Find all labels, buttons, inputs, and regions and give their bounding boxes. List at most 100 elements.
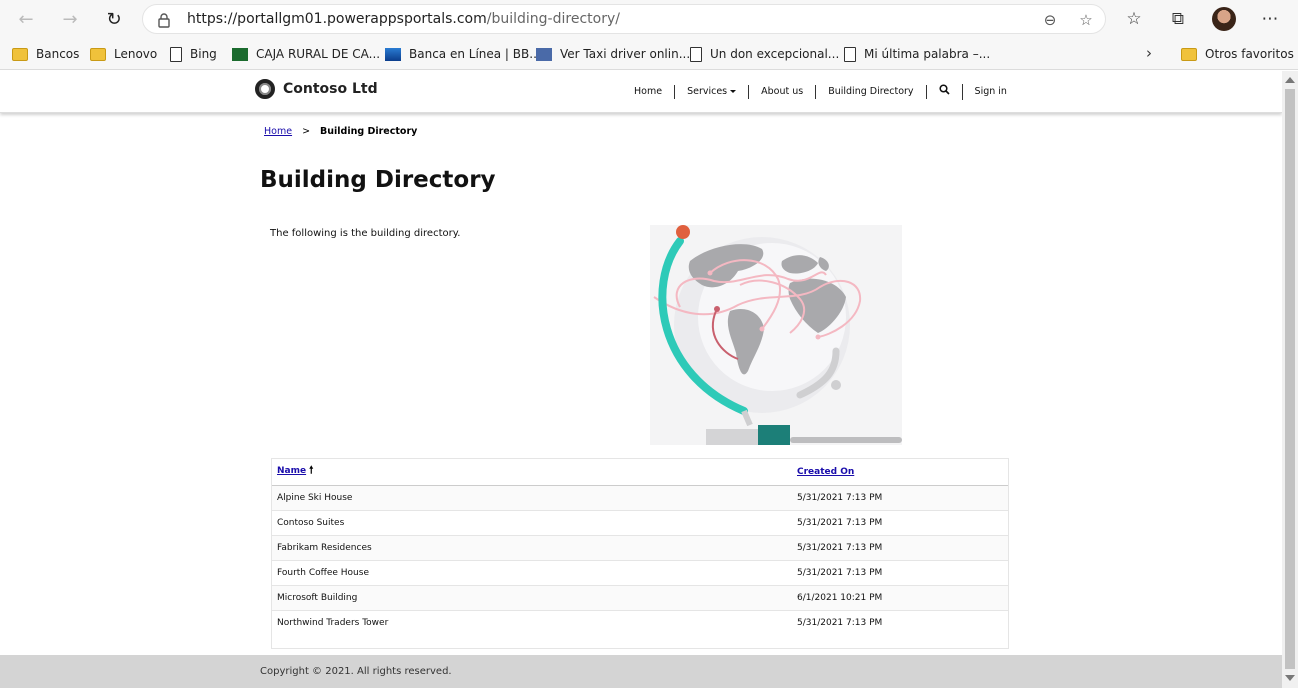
cell-created-on: 6/1/2021 10:21 PM <box>792 585 1008 611</box>
taxi-icon <box>536 47 552 61</box>
site-footer: Copyright © 2021. All rights reserved. <box>0 655 1282 688</box>
add-favorite-icon[interactable]: ☆ <box>1075 10 1097 30</box>
cell-name: Fourth Coffee House <box>272 560 792 586</box>
bookmark-label: Lenovo <box>114 47 158 61</box>
breadcrumb: Home > Building Directory <box>264 126 417 137</box>
favorites-icon[interactable]: ☆ <box>1122 8 1146 30</box>
table-row[interactable]: Fourth Coffee House 5/31/2021 7:13 PM <box>272 560 1008 586</box>
sort-by-name-link[interactable]: Name <box>277 466 306 476</box>
bookmark-label: Banca en Línea | BB... <box>409 47 541 61</box>
cell-name: Alpine Ski House <box>272 485 792 511</box>
nav-services-label: Services <box>687 86 728 97</box>
table-row[interactable]: Microsoft Building 6/1/2021 10:21 PM <box>272 585 1008 611</box>
browser-toolbar: ← → ↻ https://portallgm01.powerappsporta… <box>0 0 1298 38</box>
bookmark-taxi[interactable]: Ver Taxi driver onlin... <box>536 44 690 64</box>
table-row[interactable]: Alpine Ski House 5/31/2021 7:13 PM <box>272 485 1008 511</box>
table-row[interactable]: Contoso Suites 5/31/2021 7:13 PM <box>272 510 1008 536</box>
folder-icon <box>12 47 28 61</box>
bookmark-label: Mi última palabra –... <box>864 47 991 61</box>
page-icon <box>844 46 856 62</box>
site-nav: Home Services About us Building Director… <box>622 84 1019 100</box>
folder-icon <box>90 47 106 61</box>
breadcrumb-current: Building Directory <box>320 126 418 137</box>
nav-sign-in[interactable]: Sign in <box>963 85 1019 99</box>
bookmark-un-don[interactable]: Un don excepcional... <box>690 44 839 64</box>
breadcrumb-separator: > <box>302 126 311 137</box>
folder-icon <box>1181 47 1197 61</box>
brand-name: Contoso Ltd <box>283 81 378 97</box>
table-header-row: Name 🠕 Created On <box>272 459 1008 486</box>
bookmark-bing[interactable]: Bing <box>170 44 217 64</box>
bookmark-other-favorites[interactable]: Otros favoritos <box>1181 44 1294 64</box>
nav-building-directory[interactable]: Building Directory <box>816 85 927 99</box>
bookmark-banca[interactable]: Banca en Línea | BB... <box>385 44 541 64</box>
cell-created-on: 5/31/2021 7:13 PM <box>797 617 883 628</box>
column-header-name: Name 🠕 <box>272 459 792 486</box>
bookmark-mi-ultima[interactable]: Mi última palabra –... <box>844 44 990 64</box>
cell-name: Northwind Traders Tower <box>277 617 389 628</box>
bookmark-label: Bing <box>190 47 217 61</box>
back-arrow-icon[interactable]: ← <box>12 6 40 32</box>
caja-rural-icon <box>232 47 248 61</box>
cell-created-on: 5/31/2021 7:13 PM <box>792 535 1008 561</box>
intro-text: The following is the building directory. <box>270 228 461 239</box>
sort-by-created-on-link[interactable]: Created On <box>797 467 854 477</box>
column-header-created-on: Created On <box>792 459 1008 486</box>
bookmark-bancos[interactable]: Bancos <box>12 44 79 64</box>
cell-name: Contoso Suites <box>272 510 792 536</box>
sort-ascending-icon: 🠕 <box>309 465 314 477</box>
vertical-scrollbar[interactable] <box>1282 71 1298 688</box>
brand-logo[interactable]: Contoso Ltd <box>255 79 378 99</box>
url-path: /building-directory/ <box>486 11 620 27</box>
cell-created-on: 5/31/2021 7:13 PM <box>792 510 1008 536</box>
bookmark-label: Bancos <box>36 47 80 61</box>
cell-name: Microsoft Building <box>272 585 792 611</box>
bookmark-label: Ver Taxi driver onlin... <box>560 47 691 61</box>
collections-icon[interactable]: ⧉ <box>1166 8 1190 30</box>
forward-arrow-icon[interactable]: → <box>56 6 84 32</box>
column-name-label: Name <box>277 466 307 477</box>
copyright-text: Copyright © 2021. All rights reserved. <box>260 666 452 677</box>
cell-created-on: 5/31/2021 7:13 PM <box>792 485 1008 511</box>
scroll-thumb[interactable] <box>1285 89 1295 669</box>
cell-name: Fabrikam Residences <box>272 535 792 561</box>
lock-icon <box>158 13 170 28</box>
address-bar[interactable]: https://portallgm01.powerappsportals.com… <box>142 4 1106 34</box>
chevron-right-icon[interactable]: › <box>1146 44 1162 64</box>
banca-icon <box>385 47 401 61</box>
page-icon <box>170 46 182 62</box>
page-title: Building Directory <box>260 167 496 193</box>
scroll-down-arrow-icon[interactable] <box>1285 675 1295 681</box>
contoso-logo-icon <box>255 79 275 99</box>
search-icon <box>938 84 950 95</box>
nav-home[interactable]: Home <box>622 85 676 99</box>
bookmark-label: Un don excepcional... <box>710 47 840 61</box>
nav-services[interactable]: Services <box>675 85 750 99</box>
page-icon <box>690 46 702 62</box>
bookmark-caja-rural[interactable]: CAJA RURAL DE CA... <box>232 44 380 64</box>
table-row[interactable]: Northwind Traders Tower 5/31/2021 7:13 P… <box>272 610 1008 635</box>
bookmark-label: Otros favoritos <box>1205 47 1294 61</box>
site-header: Contoso Ltd Home Services About us Build… <box>0 71 1282 113</box>
column-created-on-label: Created On <box>797 466 855 477</box>
bookmarks-bar: Bancos Lenovo Bing CAJA RURAL DE CA... B… <box>0 38 1298 70</box>
bookmark-label: CAJA RURAL DE CA... <box>256 47 381 61</box>
building-directory-grid: Name 🠕 Created On Alpine Ski House 5/31/2… <box>271 458 1009 649</box>
profile-avatar[interactable] <box>1212 7 1236 31</box>
nav-about-us[interactable]: About us <box>749 85 817 99</box>
breadcrumb-home[interactable]: Home <box>264 126 292 137</box>
zoom-out-icon[interactable]: ⊖ <box>1039 10 1061 30</box>
url-host: https://portallgm01.powerappsportals.com <box>187 11 487 27</box>
cell-created-on: 5/31/2021 7:13 PM <box>792 560 1008 586</box>
scroll-up-arrow-icon[interactable] <box>1285 77 1295 83</box>
page-viewport: Contoso Ltd Home Services About us Build… <box>0 71 1282 688</box>
nav-search[interactable] <box>927 84 963 100</box>
refresh-icon[interactable]: ↻ <box>100 6 128 32</box>
bookmark-lenovo[interactable]: Lenovo <box>90 44 157 64</box>
url-text[interactable]: https://portallgm01.powerappsportals.com… <box>187 11 620 27</box>
table-row[interactable]: Fabrikam Residences 5/31/2021 7:13 PM <box>272 535 1008 561</box>
caret-down-icon <box>730 90 737 93</box>
building-table: Name 🠕 Created On Alpine Ski House 5/31/2… <box>272 459 1008 635</box>
more-options-icon[interactable]: ⋯ <box>1258 8 1282 30</box>
globe-illustration <box>650 225 902 445</box>
